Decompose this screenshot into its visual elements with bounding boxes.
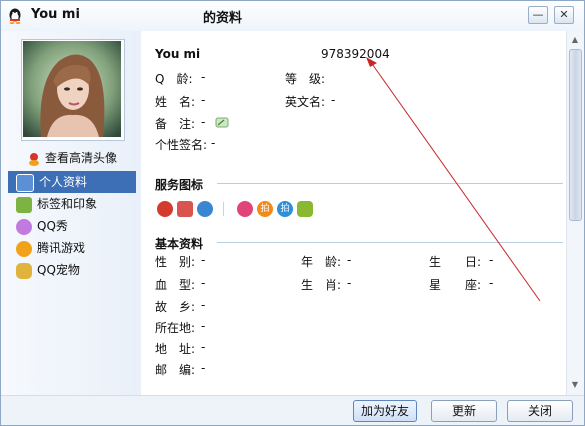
minimize-button[interactable]: — xyxy=(528,6,548,24)
window-title-suffix: 的资料 xyxy=(203,11,243,26)
field-label: 性 别: xyxy=(155,255,196,269)
field-label: 生 肖: xyxy=(301,278,342,292)
field-value: - xyxy=(489,253,494,267)
field-label: 个性签名: xyxy=(155,138,208,152)
basic-info-title: 基本资料 xyxy=(155,237,204,251)
field-label: 姓 名: xyxy=(155,95,196,109)
field-label: 备 注: xyxy=(155,117,196,131)
field-value: - xyxy=(201,70,206,84)
field-label: 年 龄: xyxy=(301,255,342,269)
field-label: 邮 编: xyxy=(155,363,196,377)
field-value: - xyxy=(201,319,206,333)
field-value: - xyxy=(347,276,352,290)
sidebar-item-label: 标签和印象 xyxy=(37,197,98,211)
sidebar-item-games[interactable]: 腾讯游戏 xyxy=(8,237,136,259)
mail-icon[interactable] xyxy=(177,201,193,217)
title-bar[interactable]: You mi 的资料 — ✕ xyxy=(1,1,584,31)
field-value: - xyxy=(201,340,206,354)
section-divider xyxy=(217,242,563,243)
qqshow-icon xyxy=(16,218,32,235)
nickname: You mi xyxy=(155,47,201,61)
section-divider xyxy=(217,183,563,184)
qq-number: 978392004 xyxy=(321,47,390,61)
pet-icon xyxy=(16,262,32,279)
field-label: 生 日: xyxy=(429,255,482,269)
field-label: Q 龄: xyxy=(155,72,193,86)
field-value: - xyxy=(211,136,216,150)
sidebar-item-tags[interactable]: 标签和印象 xyxy=(8,193,136,215)
sidebar-item-qqshow[interactable]: QQ秀 xyxy=(8,215,136,237)
field-value: - xyxy=(201,93,206,107)
update-button[interactable]: 更新 xyxy=(431,400,497,422)
sidebar-item-label: 个人资料 xyxy=(39,175,88,189)
view-hd-avatar-link[interactable]: 查看高清头像 xyxy=(27,149,117,166)
field-value: - xyxy=(201,115,206,129)
view-hd-avatar-label: 查看高清头像 xyxy=(45,151,118,165)
game-icon xyxy=(16,240,32,257)
sidebar-item-pet[interactable]: QQ宠物 xyxy=(8,259,136,281)
sidebar-item-label: 腾讯游戏 xyxy=(37,241,86,255)
field-label: 血 型: xyxy=(155,278,196,292)
field-value: - xyxy=(489,276,494,290)
profile-window: You mi 的资料 — ✕ 查看高清头像 个人资料 标签和印象 QQ秀 腾讯游… xyxy=(0,0,585,426)
paipai-orange-icon[interactable]: 拍 xyxy=(257,201,273,217)
field-label: 所在地: xyxy=(155,321,196,335)
vertical-scrollbar[interactable]: ▲ ▼ xyxy=(566,31,584,395)
field-label: 故 乡: xyxy=(155,300,196,314)
id-card-icon xyxy=(16,173,34,192)
sidebar-item-label: QQ秀 xyxy=(37,219,68,233)
sidebar: 查看高清头像 个人资料 标签和印象 QQ秀 腾讯游戏 QQ宠物 xyxy=(1,31,141,395)
edit-remark-icon[interactable] xyxy=(215,117,229,129)
field-value: - xyxy=(201,298,206,312)
close-button[interactable]: 关闭 xyxy=(507,400,573,422)
profile-content: You mi 978392004 Q 龄: - 等 级: 姓 名: - 英文名:… xyxy=(141,31,566,395)
footer-bar: 加为好友 更新 关闭 xyxy=(1,395,584,425)
field-value: - xyxy=(201,361,206,375)
sidebar-nav: 个人资料 标签和印象 QQ秀 腾讯游戏 QQ宠物 xyxy=(8,171,136,281)
field-label: 星 座: xyxy=(429,278,482,292)
scroll-thumb[interactable] xyxy=(569,49,582,221)
avatar[interactable] xyxy=(21,39,125,141)
close-window-button[interactable]: ✕ xyxy=(554,6,574,24)
qq-penguin-logo-icon xyxy=(9,8,21,24)
stack-coins-icon[interactable] xyxy=(297,201,313,217)
field-label: 英文名: xyxy=(285,95,326,109)
field-value: - xyxy=(331,93,336,107)
avatar-photo xyxy=(23,41,121,137)
sidebar-item-profile[interactable]: 个人资料 xyxy=(8,171,136,193)
field-value: - xyxy=(201,276,206,290)
field-label: 等 级: xyxy=(285,72,326,86)
services-title: 服务图标 xyxy=(155,178,204,192)
tag-person-icon xyxy=(16,196,32,213)
field-label: 地 址: xyxy=(155,342,196,356)
scroll-down-arrow-icon[interactable]: ▼ xyxy=(569,379,581,391)
scroll-up-arrow-icon[interactable]: ▲ xyxy=(569,34,581,46)
hd-avatar-icon xyxy=(29,152,39,166)
icon-separator xyxy=(223,202,224,216)
chat-bubble-icon[interactable] xyxy=(197,201,213,217)
field-value: - xyxy=(201,253,206,267)
sidebar-item-label: QQ宠物 xyxy=(37,263,80,277)
window-title-name: You mi xyxy=(31,7,80,22)
field-value: - xyxy=(347,253,352,267)
qq-penguin-icon[interactable] xyxy=(157,201,173,217)
paipai-blue-icon[interactable]: 拍 xyxy=(277,201,293,217)
add-friend-button[interactable]: 加为好友 xyxy=(353,400,417,422)
heart-love-icon[interactable] xyxy=(237,201,253,217)
